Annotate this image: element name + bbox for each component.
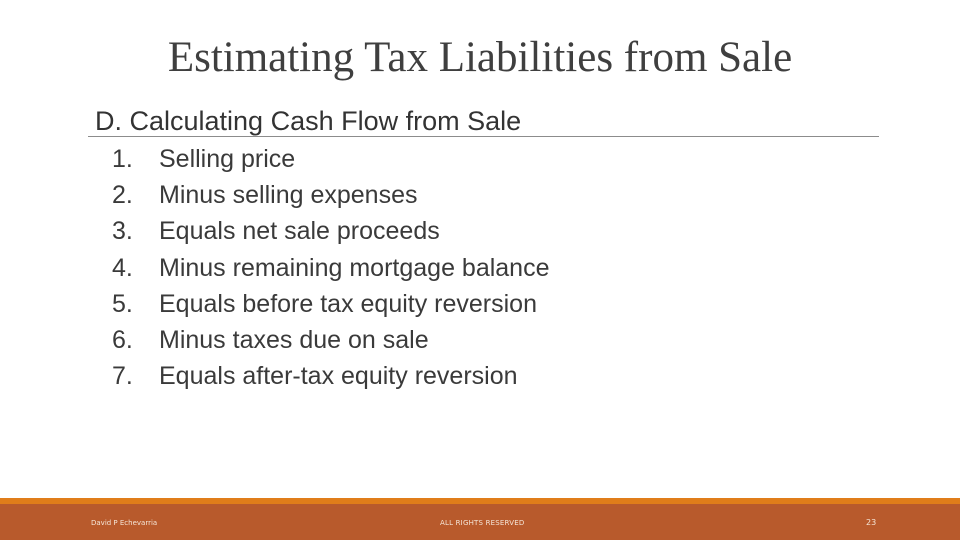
item-number: 7. (112, 362, 133, 391)
item-text: Selling price (159, 145, 296, 173)
slide-title: Estimating Tax Liabilities from Sale (167, 34, 793, 81)
item-number: 1. (112, 145, 133, 173)
list-item: 2. Minus selling expenses (112, 177, 550, 213)
item-text: Equals net sale proceeds (159, 217, 440, 246)
list-item: 1. Selling price (112, 141, 550, 177)
footer-rights: ALL RIGHTS RESERVED (440, 519, 525, 527)
heading-underline (88, 136, 879, 137)
page-number: 23 (866, 518, 877, 527)
footer-author: David P Echevarria (91, 519, 158, 527)
list-item: 6. Minus taxes due on sale (112, 322, 550, 358)
item-number: 5. (112, 289, 133, 318)
item-text: Equals before tax equity reversion (159, 289, 537, 318)
list-item: 3. Equals net sale proceeds (112, 213, 550, 249)
item-number: 4. (112, 253, 133, 282)
list-item: 5. Equals before tax equity reversion (112, 286, 550, 322)
item-number: 2. (112, 181, 133, 210)
footer-bar: David P Echevarria ALL RIGHTS RESERVED 2… (0, 504, 960, 540)
list-item: 7. Equals after-tax equity reversion (112, 358, 550, 394)
item-text: Equals after-tax equity reversion (159, 362, 518, 391)
item-text: Minus selling expenses (159, 181, 418, 210)
item-text: Minus taxes due on sale (159, 325, 429, 354)
steps-list: 1. Selling price 2. Minus selling expenses… (112, 141, 550, 394)
list-item: 4. Minus remaining mortgage balance (112, 250, 550, 286)
item-number: 3. (112, 217, 133, 246)
item-number: 6. (112, 325, 133, 354)
section-heading: D. Calculating Cash Flow from Sale (95, 106, 522, 136)
item-text: Minus remaining mortgage balance (159, 253, 550, 282)
